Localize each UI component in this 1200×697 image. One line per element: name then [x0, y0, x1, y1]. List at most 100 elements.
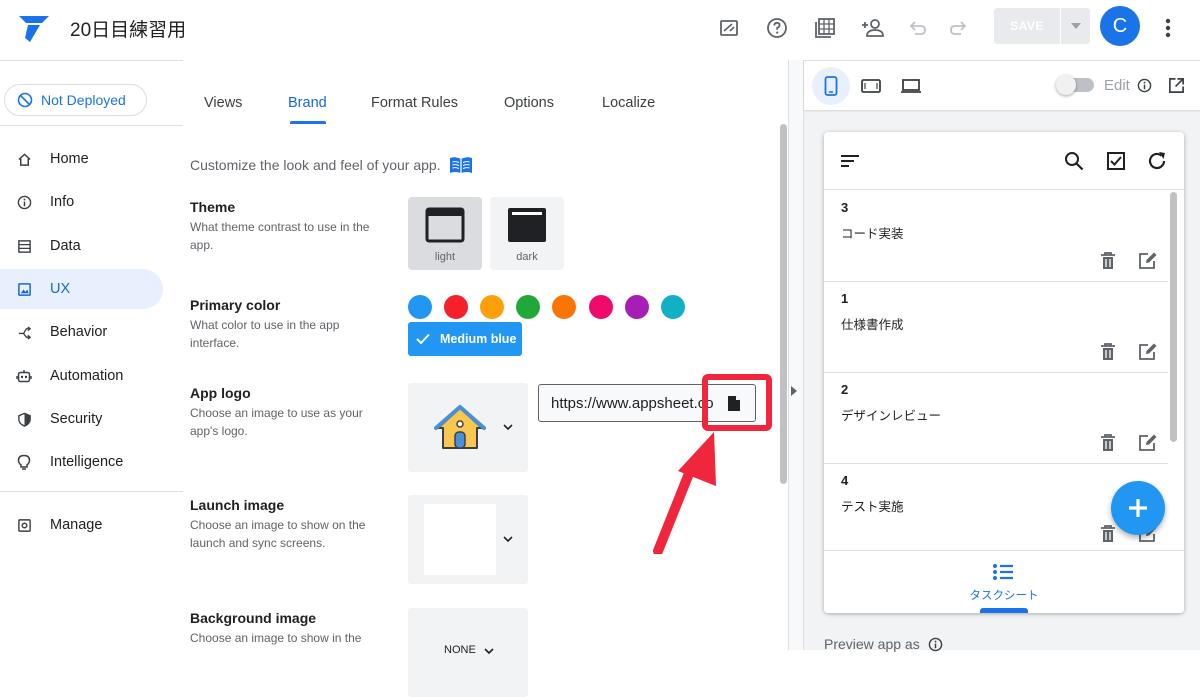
list-item[interactable]: 2 デザインレビュー	[824, 373, 1168, 464]
selected-color-label: Medium blue	[440, 332, 517, 346]
expand-arrow-icon[interactable]	[791, 386, 797, 396]
open-in-new-icon[interactable]	[1168, 77, 1185, 94]
sidebar-item-label: Behavior	[50, 324, 108, 340]
chevron-down-icon[interactable]	[503, 424, 513, 430]
color-swatch[interactable]	[444, 295, 468, 319]
redo-icon[interactable]	[942, 12, 974, 44]
sidebar-item-security[interactable]: Security	[0, 399, 163, 439]
tab-localize[interactable]: Localize	[602, 95, 655, 111]
color-swatch[interactable]	[625, 295, 649, 319]
color-swatch[interactable]	[408, 295, 432, 319]
app-logo-description: Choose an image to use as your app's log…	[190, 406, 363, 438]
background-image-picker[interactable]: NONE	[408, 608, 528, 697]
delete-icon[interactable]	[1100, 252, 1116, 270]
sidebar-item-label: Manage	[50, 517, 103, 533]
home-icon	[16, 151, 32, 167]
tablet-icon	[861, 79, 881, 93]
launch-image-picker[interactable]	[408, 495, 528, 584]
preview-scrollbar[interactable]	[1170, 192, 1178, 512]
sidebar-item-ux[interactable]: UX	[0, 269, 163, 309]
chevron-down-icon[interactable]	[503, 536, 513, 542]
info-icon[interactable]	[928, 637, 943, 652]
sidebar-item-manage[interactable]: Manage	[0, 505, 163, 545]
theme-option-light[interactable]: light	[408, 197, 482, 270]
sidebar-item-behavior[interactable]: Behavior	[0, 312, 163, 352]
sidebar-item-label: Home	[50, 151, 89, 167]
sort-icon[interactable]	[837, 148, 863, 174]
more-vert-icon[interactable]	[1156, 12, 1180, 44]
delete-icon[interactable]	[1100, 434, 1116, 452]
appsheet-logo[interactable]	[16, 10, 52, 46]
editor-mode-icon[interactable]	[713, 12, 745, 44]
color-swatch[interactable]	[661, 295, 685, 319]
list-icon[interactable]	[992, 563, 1014, 581]
panel-splitter[interactable]	[788, 60, 804, 650]
mobile-device-button[interactable]	[812, 67, 850, 105]
bottom-nav-label[interactable]: タスクシート	[824, 587, 1184, 603]
main-scrollbar[interactable]	[778, 124, 788, 484]
background-image-value: NONE	[444, 644, 476, 656]
edit-icon[interactable]	[1138, 252, 1158, 270]
color-swatch[interactable]	[516, 295, 540, 319]
share-user-icon[interactable]	[857, 12, 889, 44]
task-number: 2	[841, 382, 849, 397]
annotation-highlight-box	[702, 374, 772, 431]
sidebar-item-intelligence[interactable]: Intelligence	[0, 442, 163, 482]
tab-options[interactable]: Options	[504, 95, 554, 111]
list-item[interactable]: 3 コード実装	[824, 191, 1168, 282]
sync-icon[interactable]	[1144, 148, 1170, 174]
scrollbar-thumb[interactable]	[1170, 192, 1177, 442]
list-item[interactable]: 1 仕様書作成	[824, 282, 1168, 373]
preview-pane: Edit 3 コード実装 1 仕様書作成 2 デザインレビュー 4 テスト実施 …	[804, 60, 1200, 652]
info-icon[interactable]	[1137, 78, 1152, 93]
sidebar: Not Deployed Home Info Data UX Behavior …	[0, 60, 183, 650]
tab-bar: Views Brand Format Rules Options Localiz…	[183, 60, 783, 124]
sidebar-item-info[interactable]: Info	[0, 182, 163, 222]
edit-toggle[interactable]	[1056, 75, 1094, 95]
tab-format-rules[interactable]: Format Rules	[371, 95, 458, 111]
add-button[interactable]	[1111, 481, 1165, 535]
save-options-button[interactable]	[1061, 8, 1090, 44]
avatar[interactable]: C	[1100, 6, 1140, 46]
edit-icon[interactable]	[1138, 434, 1158, 452]
deploy-status-chip[interactable]: Not Deployed	[4, 84, 147, 116]
color-swatch[interactable]	[552, 295, 576, 319]
select-checkbox-icon[interactable]	[1103, 148, 1129, 174]
desktop-device-button[interactable]	[892, 67, 930, 105]
sidebar-item-home[interactable]: Home	[0, 139, 163, 179]
primary-color-title: Primary color	[190, 297, 281, 313]
app-logo-url-value[interactable]: https://www.appsheet.com	[551, 395, 726, 412]
chevron-down-icon[interactable]	[484, 648, 494, 654]
book-icon[interactable]	[449, 156, 473, 174]
theme-option-dark[interactable]: dark	[490, 197, 564, 270]
delete-icon[interactable]	[1100, 343, 1116, 361]
tab-views[interactable]: Views	[204, 95, 242, 111]
theme-description: What theme contrast to use in the app.	[190, 220, 370, 252]
background-image-title: Background image	[190, 610, 317, 626]
tablet-device-button[interactable]	[852, 67, 890, 105]
edit-icon[interactable]	[1138, 343, 1158, 361]
undo-icon[interactable]	[902, 12, 934, 44]
scrollbar-thumb[interactable]	[780, 124, 787, 484]
sidebar-divider	[0, 125, 183, 126]
color-swatch[interactable]	[480, 295, 504, 319]
task-number: 4	[841, 473, 849, 488]
help-icon[interactable]	[761, 12, 793, 44]
theme-option-label: dark	[516, 251, 538, 263]
app-logo-picker[interactable]	[408, 383, 528, 472]
color-swatch[interactable]	[589, 295, 613, 319]
save-button[interactable]: SAVE	[994, 8, 1060, 44]
table-icon[interactable]	[809, 12, 841, 44]
sidebar-item-data[interactable]: Data	[0, 226, 163, 266]
search-icon[interactable]	[1061, 148, 1087, 174]
selected-color-chip[interactable]: Medium blue	[408, 322, 522, 356]
sidebar-item-label: Security	[50, 411, 103, 427]
sidebar-item-automation[interactable]: Automation	[0, 356, 163, 396]
sidebar-item-label: Intelligence	[50, 454, 124, 470]
tab-brand[interactable]: Brand	[288, 95, 327, 111]
delete-icon[interactable]	[1100, 525, 1116, 543]
light-theme-icon	[425, 207, 465, 243]
sidebar-item-label: Info	[50, 194, 75, 210]
active-tab-indicator	[290, 121, 326, 124]
data-icon	[16, 238, 32, 254]
